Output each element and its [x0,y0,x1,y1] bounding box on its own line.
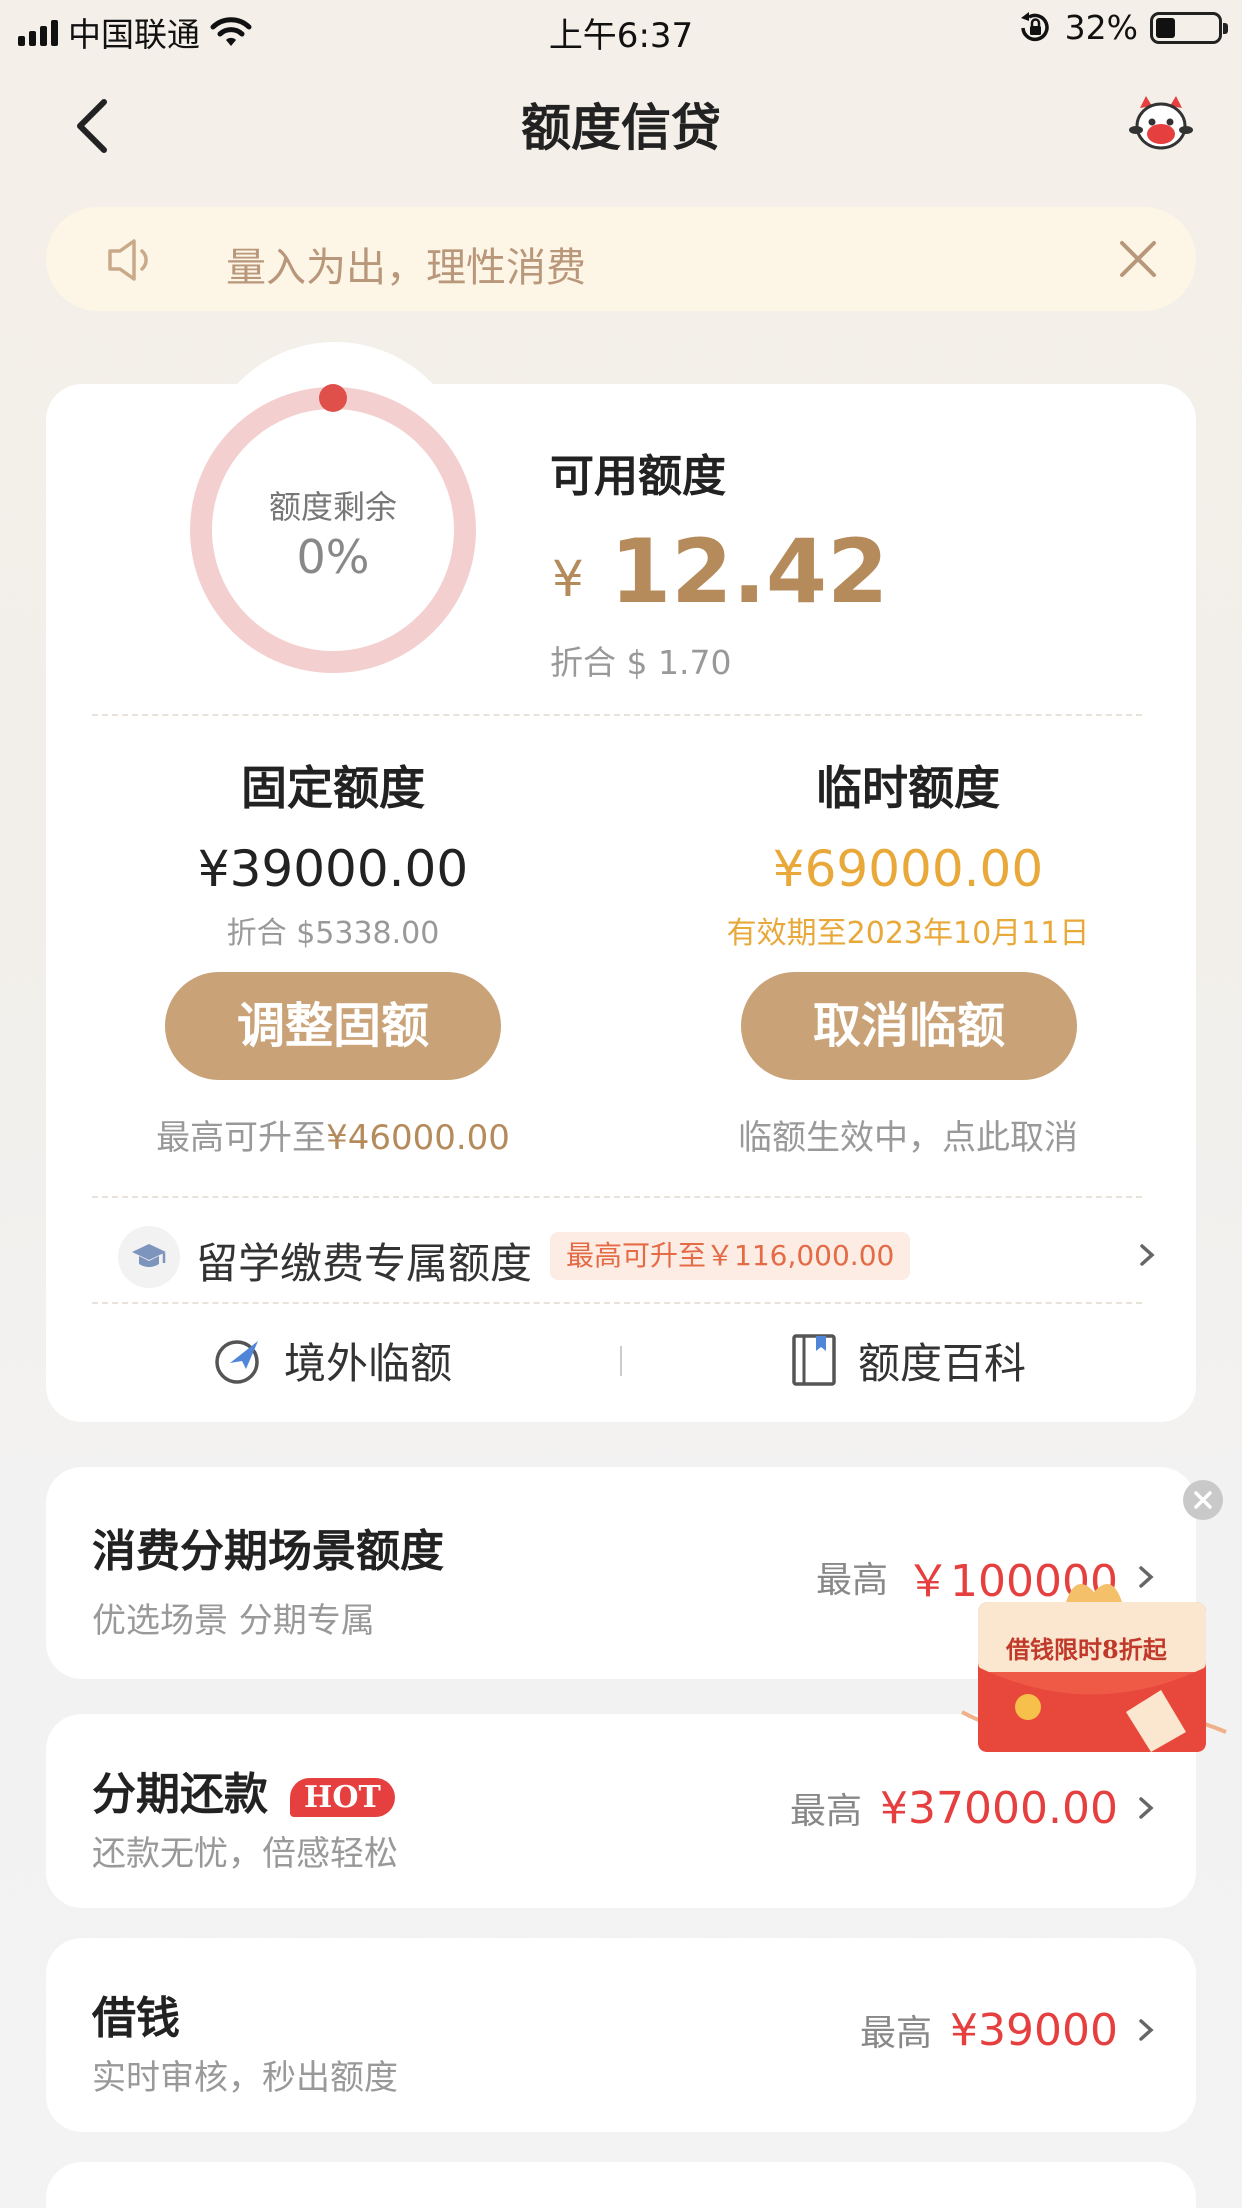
hot-badge: HOT [290,1777,395,1817]
status-bar: 中国联通 上午6:37 32% [0,0,1242,62]
fixed-foot-amount: ¥46000.00 [326,1118,510,1158]
temp-foot[interactable]: 临额生效中，点此取消 [638,1110,1178,1159]
page-title: 额度信贷 [521,99,721,157]
temp-validity: 有效期至2023年10月11日 [726,916,1090,951]
limit-value: ¥39000 [950,2004,1118,2056]
available-converted: 折合 $ 1.70 [550,643,732,682]
ring-label: 额度剩余 [268,488,397,526]
fixed-foot[interactable]: 最高可升至¥46000.00 [63,1110,603,1159]
list-item-title-row: 分期还款 HOT [92,1758,395,1822]
fixed-title: 固定额度 [241,761,425,815]
divider [92,714,1142,716]
adjust-fixed-button[interactable]: 调整固额 [165,972,501,1080]
credit-wiki-link[interactable]: 额度百科 [790,1330,1026,1390]
promo-close-button[interactable] [1183,1480,1223,1520]
chevron-right-icon [1139,1797,1154,1819]
promo-red-envelope[interactable]: 借钱限时8折起 [956,1572,1236,1772]
temp-title: 临时额度 [816,761,1000,815]
study-credit-row[interactable]: 留学缴费专属额度 最高可升至￥116,000.00 [118,1226,1158,1288]
fixed-amount: ¥39000.00 [197,840,469,898]
limit-label: 最高 [790,1791,863,1832]
battery-icon [1150,11,1228,44]
overseas-temp-label: 境外临额 [284,1338,453,1388]
study-label: 留学缴费专属额度 [196,1239,533,1288]
ring-value: 0% [296,530,370,584]
list-item-subtitle: 优选场景 分期专属 [92,1601,375,1641]
rotation-lock-icon [1020,11,1049,41]
limit-label: 最高 [816,1560,889,1601]
list-item-title: 消费分期场景额度 [92,1526,444,1577]
book-icon [792,1334,836,1386]
mascot-icon[interactable] [1126,94,1196,154]
available-currency: ¥ [552,550,584,608]
available-amount: 12.42 [610,520,889,623]
list-item-subtitle: 还款无忧，倍感轻松 [92,1834,398,1874]
limit-label: 最高 [860,2013,933,2054]
list-item-limit: 最高 ¥39000 [860,2004,1156,2056]
divider [92,1302,1142,1304]
graduation-cap-icon [118,1226,180,1288]
limit-value: ¥37000.00 [880,1782,1118,1834]
close-icon[interactable] [1116,237,1160,281]
list-item[interactable] [46,2162,1196,2208]
notice-banner[interactable]: 量入为出，理性消费 [46,207,1196,311]
fixed-converted: 折合 $5338.00 [226,916,440,951]
red-envelope-icon [961,1584,1227,1752]
list-item-limit: 最高 ¥37000.00 [790,1782,1156,1834]
chevron-right-icon [1140,1244,1155,1266]
link-separator [620,1346,622,1376]
list-item-subtitle: 实时审核，秒出额度 [92,2058,398,2098]
available-title: 可用额度 [550,451,726,502]
notice-text: 量入为出，理性消费 [226,245,586,291]
cancel-temp-button[interactable]: 取消临额 [741,972,1077,1080]
list-item[interactable]: 借钱 实时审核，秒出额度 最高 ¥39000 [46,1938,1196,2132]
temp-section: 临时额度 ¥69000.00 有效期至2023年10月11日 [638,752,1178,952]
overseas-temp-link[interactable]: 境外临额 [212,1330,452,1390]
divider [92,1196,1142,1198]
credit-wiki-label: 额度百科 [858,1338,1027,1388]
promo-text: 借钱限时8折起 [1006,1635,1167,1664]
list-item-title: 分期还款 [92,1769,268,1820]
plane-globe-icon [215,1340,259,1384]
study-tag: 最高可升至￥116,000.00 [550,1232,911,1280]
chevron-right-icon [1139,2019,1154,2041]
status-right: 32% [1017,8,1228,47]
temp-amount: ¥69000.00 [772,840,1044,898]
fixed-section: 固定额度 ¥39000.00 折合 $5338.00 [63,752,603,952]
battery-percent: 32% [1064,8,1138,47]
list-item-title: 借钱 [92,1993,180,2044]
fixed-foot-prefix: 最高可升至 [156,1118,327,1158]
speaker-icon [108,239,148,281]
